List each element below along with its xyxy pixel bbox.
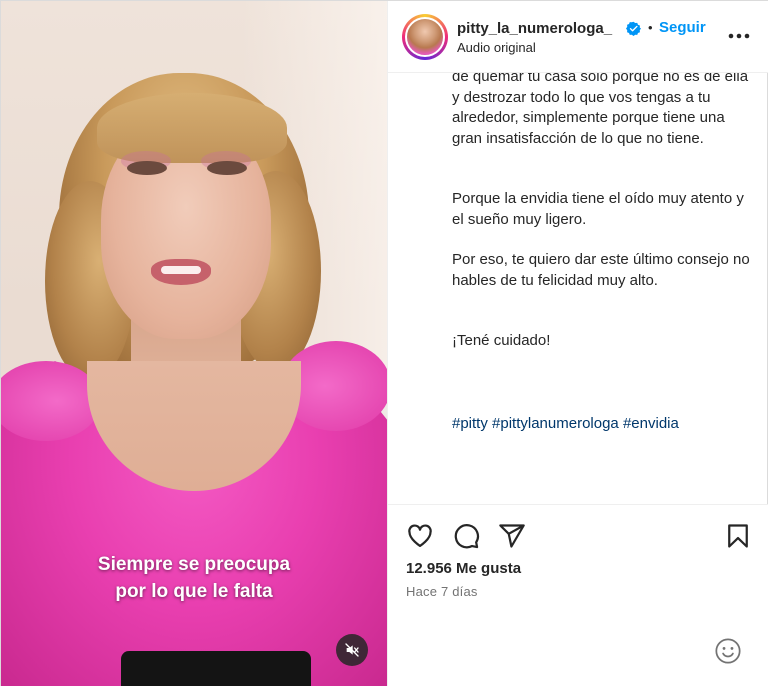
emoji-icon[interactable] bbox=[714, 637, 742, 665]
post-timestamp[interactable]: Hace 7 días bbox=[406, 584, 478, 599]
more-options-icon[interactable] bbox=[726, 25, 752, 47]
comment-icon[interactable] bbox=[452, 522, 480, 550]
follow-button[interactable]: Seguir bbox=[659, 19, 706, 36]
mute-button[interactable] bbox=[336, 634, 368, 666]
audio-link[interactable]: Audio original bbox=[457, 40, 536, 55]
hashtags: #pitty #pittylanumerologa #envidia bbox=[452, 414, 679, 434]
share-icon[interactable] bbox=[498, 522, 526, 550]
avatar-ring[interactable] bbox=[402, 14, 448, 60]
heart-icon[interactable] bbox=[406, 522, 434, 550]
video-player[interactable]: Siempre se preocupa por lo que le falta bbox=[1, 1, 387, 686]
video-caption: Siempre se preocupa por lo que le falta bbox=[1, 551, 387, 605]
bookmark-icon[interactable] bbox=[724, 522, 752, 550]
header-separator: • bbox=[648, 20, 653, 35]
video-caption-line-2: por lo que le falta bbox=[115, 581, 273, 602]
post-sidebar: pitty_la_numerologa_ • Seguir Audio orig… bbox=[387, 1, 768, 686]
hashtag-link[interactable]: #pitty bbox=[452, 415, 488, 432]
verified-badge-icon bbox=[626, 21, 641, 36]
like-count[interactable]: 12.956 Me gusta bbox=[406, 560, 521, 577]
post-header: pitty_la_numerologa_ • Seguir Audio orig… bbox=[388, 1, 768, 73]
username-link[interactable]: pitty_la_numerologa_ bbox=[457, 20, 612, 37]
caption-paragraph: de quemar tu casa solo porque no es de e… bbox=[452, 73, 749, 147]
post-actions: 12.956 Me gusta Hace 7 días bbox=[388, 504, 768, 686]
caption-paragraph: ¡Tené cuidado! bbox=[452, 332, 551, 349]
caption-paragraph: Por eso, te quiero dar este último conse… bbox=[452, 251, 750, 289]
avatar[interactable] bbox=[405, 17, 445, 57]
caption-paragraph: Porque la envidia tiene el oído muy aten… bbox=[452, 190, 744, 228]
post-caption-area: de quemar tu casa solo porque no es de e… bbox=[388, 73, 768, 503]
instagram-post: Siempre se preocupa por lo que le falta … bbox=[0, 0, 768, 686]
hashtag-link[interactable]: #envidia bbox=[623, 415, 679, 432]
hashtag-link[interactable]: #pittylanumerologa bbox=[492, 415, 619, 432]
speaker-muted-icon bbox=[345, 643, 359, 657]
video-caption-line-1: Siempre se preocupa bbox=[97, 554, 291, 575]
